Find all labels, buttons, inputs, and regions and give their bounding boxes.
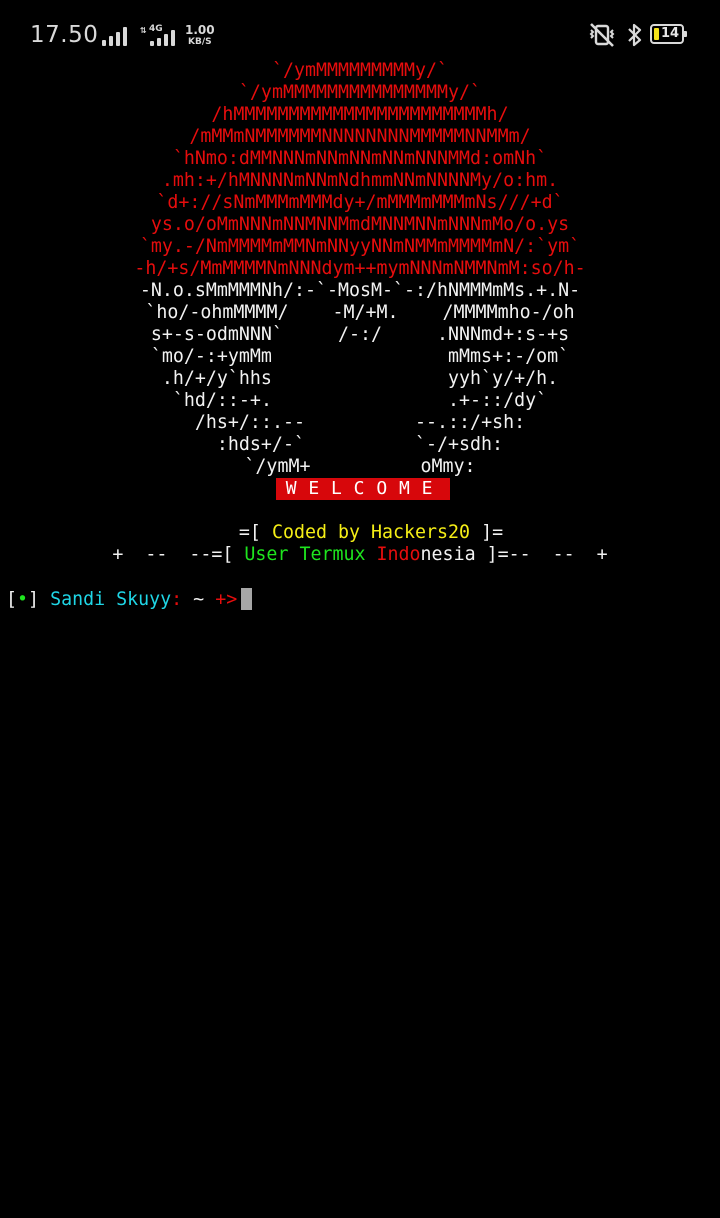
text-cursor[interactable] [241, 588, 253, 610]
prompt-path: ~ [193, 589, 205, 610]
signal-icon [102, 26, 127, 46]
ascii-art-line: -N.o.sMmMMMNh/:-`-MosM-`-:/hNMMMmMs.+.N- [139, 280, 581, 301]
credit-line: =[ Coded by Hackers20 ]= [238, 522, 504, 543]
signal-icon [150, 30, 175, 46]
ascii-art-line: `mo/-:+ymMm mMms+:-/om` [150, 346, 570, 367]
battery-nub [684, 31, 687, 37]
ascii-art-line: ys.o/oMmNNNmNNMNNMmdMNNMNNmNNNmMo/o.ys [150, 214, 570, 235]
ascii-art-line: `/ymMMMMMMMMMy/` [271, 60, 449, 81]
prompt-user: Sandi Skuyy [50, 589, 172, 610]
ascii-art-white: -N.o.sMmMMMNh/:-`-MosM-`-:/hNMMMmMs.+.N-… [0, 280, 720, 478]
ascii-art-line: `my.-/NmMMMMmMMNmNNyyNNmNMMmMMMMmN/:`ym` [139, 236, 581, 257]
ascii-art-line: `hd/::-+. .+-::/dy` [172, 390, 548, 411]
battery-level: 14 [661, 26, 680, 41]
ascii-art-line: `/ymMMMMMMMMMMMMMMMy/` [238, 82, 482, 103]
battery-icon: 14 [650, 24, 687, 44]
ascii-art-line: `d+://sNmMMMmMMMdy+/mMMMmMMMmNs///+d` [156, 192, 564, 213]
ascii-art-line: `/ymM+ oMmy: [244, 456, 476, 477]
ascii-art-line: /hMMMMMMMMMMMMMMMMMMMMMMMh/ [211, 104, 509, 125]
ascii-art-line: :hds+/-` `-/+sdh: [216, 434, 504, 455]
ascii-art-red: `/ymMMMMMMMMMy/` `/ymMMMMMMMMMMMMMMMy/`/h… [0, 60, 720, 280]
bluetooth-icon [625, 22, 645, 52]
clock: 17.50 [30, 22, 99, 48]
ascii-art-line: /hs+/::.-- --.::/+sh: [194, 412, 526, 433]
welcome-banner: WELCOME [275, 478, 451, 500]
ascii-art-line: `ho/-ohmMMMM/ -M/+M. /MMMMmho-/oh [145, 302, 575, 323]
org-line: + -- --=[ User Termux Indonesia ]=-- -- … [112, 544, 608, 565]
network-speed: 1.00 KB/S [185, 23, 215, 47]
prompt-dot: • [17, 589, 29, 610]
ascii-art-line: .h/+/y`hhs yyh`y/+/h. [161, 368, 559, 389]
nesia-text: nesia [420, 544, 476, 565]
battery-fill [654, 28, 659, 40]
vibrate-mute-icon [588, 22, 616, 52]
prompt-arrow: +> [215, 589, 238, 610]
data-activity-icon: ⇅ [140, 26, 147, 35]
user-termux-text: User Termux [244, 544, 366, 565]
ascii-art-line: .mh:+/hMNNNNmNNmNdhmmNNmNNNNMy/o:hm. [161, 170, 559, 191]
ascii-art-line: `hNmo:dMMNNNmNNmNNmNNmNNNMMd:omNh` [172, 148, 548, 169]
terminal-output: `/ymMMMMMMMMMy/` `/ymMMMMMMMMMMMMMMMy/`/h… [0, 60, 720, 566]
welcome-row: WELCOME [0, 478, 720, 500]
indo-text: Indo [376, 544, 421, 565]
shell-prompt[interactable]: [•] Sandi Skuyy: ~ +> [6, 588, 253, 612]
ascii-art-line: /mMMmNMMMMMMNNNNNNNNMMMMMNNMMm/ [189, 126, 531, 147]
ascii-art-line: -h/+s/MmMMMMNmNNNdym++mymNNNmNMMNmM:so/h… [134, 258, 586, 279]
ascii-art-line: s+-s-odmNNN` /-:/ .NNNmd+:s-+s [150, 324, 570, 345]
coded-by-text: Coded by Hackers20 [271, 522, 471, 543]
